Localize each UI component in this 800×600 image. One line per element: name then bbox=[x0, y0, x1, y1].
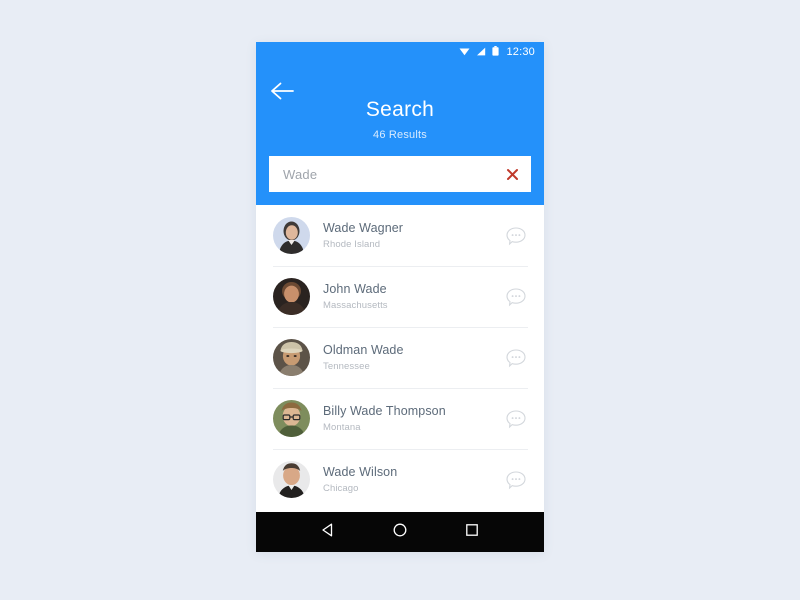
avatar bbox=[273, 217, 310, 254]
contact-name: Wade Wilson bbox=[323, 464, 398, 479]
chat-bubble-icon[interactable] bbox=[504, 468, 528, 492]
android-navigation-bar bbox=[256, 512, 544, 552]
contact-location: Tennessee bbox=[323, 361, 370, 373]
chat-bubble-icon[interactable] bbox=[504, 407, 528, 431]
list-item-text: Oldman Wade Tennessee bbox=[310, 343, 504, 373]
clear-x-icon[interactable] bbox=[503, 165, 521, 183]
chat-bubble-icon[interactable] bbox=[504, 285, 528, 309]
list-item[interactable]: Billy Wade Thompson Montana bbox=[256, 388, 544, 449]
chat-bubble-icon[interactable] bbox=[504, 224, 528, 248]
app-header: 12:30 Search 46 Results bbox=[256, 42, 544, 205]
list-item-text: John Wade Massachusetts bbox=[310, 282, 504, 312]
contact-name: Oldman Wade bbox=[323, 342, 404, 357]
contact-location: Chicago bbox=[323, 483, 359, 495]
search-field[interactable] bbox=[269, 156, 531, 192]
contact-name: John Wade bbox=[323, 281, 387, 296]
signal-icon bbox=[476, 43, 486, 61]
status-time: 12:30 bbox=[506, 45, 535, 58]
contact-location: Rhode Island bbox=[323, 239, 381, 251]
avatar bbox=[273, 339, 310, 376]
list-item[interactable]: Wade Wagner Rhode Island bbox=[256, 205, 544, 266]
nav-home-icon[interactable] bbox=[392, 522, 408, 543]
contact-location: Massachusetts bbox=[323, 300, 388, 312]
list-item[interactable]: John Wade Massachusetts bbox=[256, 266, 544, 327]
results-count: 46 Results bbox=[373, 129, 427, 141]
nav-back-icon[interactable] bbox=[320, 522, 336, 543]
avatar bbox=[273, 278, 310, 315]
nav-recents-icon[interactable] bbox=[464, 522, 480, 543]
back-arrow-icon[interactable] bbox=[270, 80, 296, 102]
list-item[interactable]: Wade Wilson Chicago bbox=[256, 449, 544, 510]
list-item-text: Billy Wade Thompson Montana bbox=[310, 404, 504, 434]
results-list: Wade Wagner Rhode Island John Wade Massa… bbox=[256, 205, 544, 512]
battery-icon bbox=[492, 43, 500, 61]
list-item-text: Wade Wilson Chicago bbox=[310, 465, 504, 495]
contact-location: Montana bbox=[323, 422, 361, 434]
contact-name: Billy Wade Thompson bbox=[323, 403, 446, 418]
page-title: Search bbox=[365, 98, 435, 121]
status-bar: 12:30 bbox=[256, 42, 544, 62]
list-item[interactable]: Oldman Wade Tennessee bbox=[256, 327, 544, 388]
contact-name: Wade Wagner bbox=[323, 220, 404, 235]
avatar bbox=[273, 400, 310, 437]
chat-bubble-icon[interactable] bbox=[504, 346, 528, 370]
avatar bbox=[273, 461, 310, 498]
list-item-text: Wade Wagner Rhode Island bbox=[310, 221, 504, 251]
phone-screen: 12:30 Search 46 Results Wade Wade Wagner… bbox=[256, 42, 544, 552]
wifi-icon bbox=[459, 43, 470, 61]
search-input[interactable] bbox=[283, 166, 503, 182]
